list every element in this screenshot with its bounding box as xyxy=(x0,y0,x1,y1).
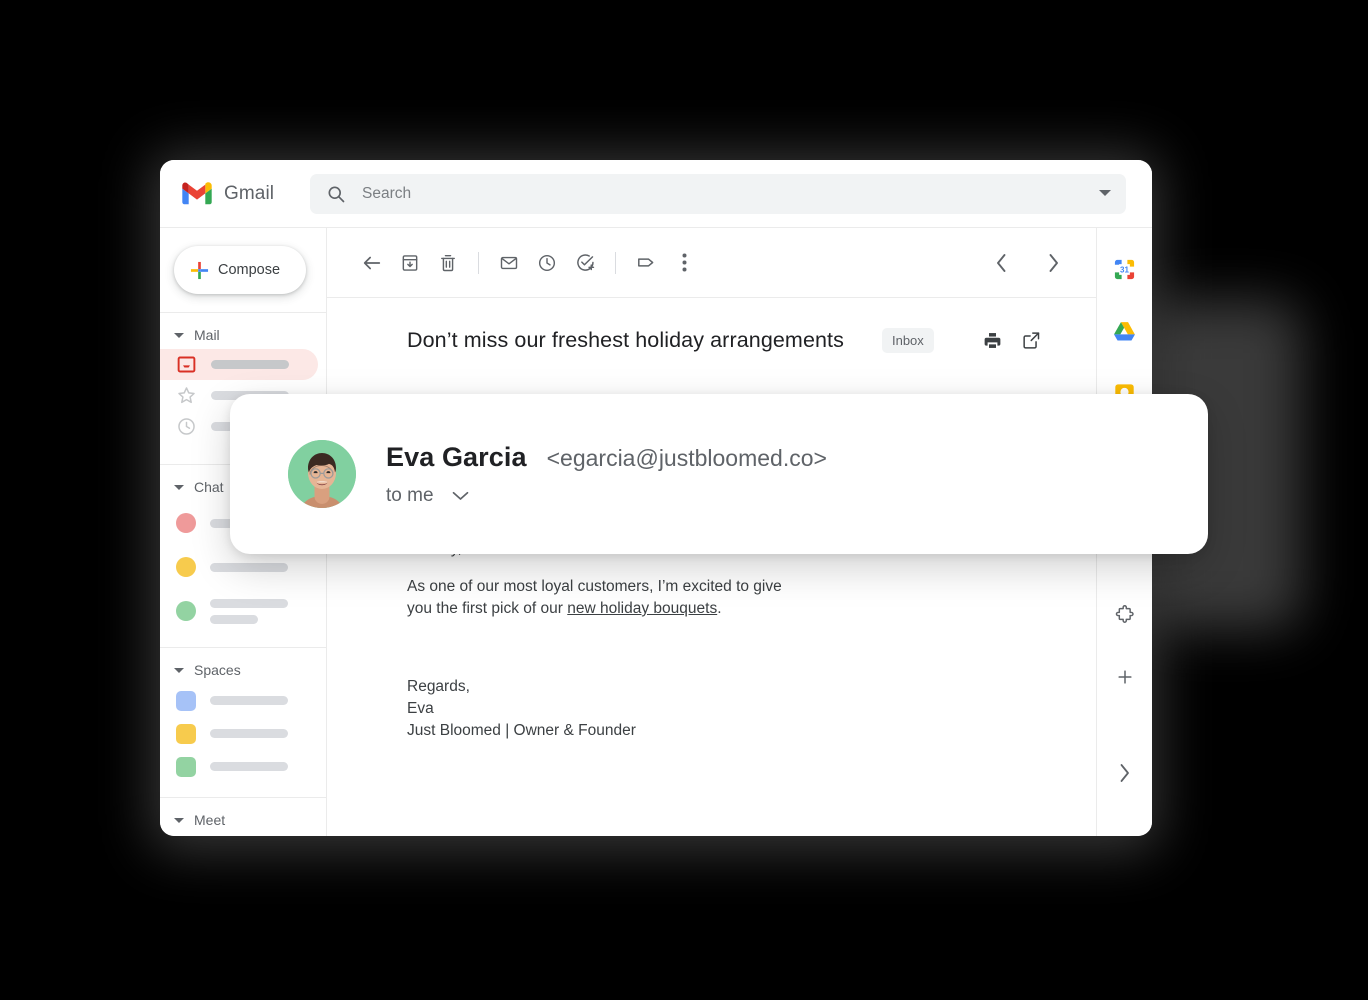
space-square-green-icon xyxy=(176,756,196,777)
sidebar-item-inbox[interactable] xyxy=(160,349,318,380)
printer-icon[interactable] xyxy=(982,330,1003,351)
sidebar-item-chat-3[interactable] xyxy=(160,589,326,633)
body-spacer-2 xyxy=(407,620,1096,676)
sidebar-item-space-2[interactable] xyxy=(160,717,326,750)
chat-preview-placeholder xyxy=(210,614,258,624)
recipient-label: to me xyxy=(386,484,434,506)
space-name-placeholder xyxy=(210,696,288,705)
space-square-blue-icon xyxy=(176,690,196,711)
body-paragraph: As one of our most loyal customers, I’m … xyxy=(407,576,807,620)
space-name-placeholder xyxy=(210,762,288,771)
gmail-logo-icon xyxy=(182,182,212,205)
sidebar-group-label: Chat xyxy=(194,479,224,495)
top-bar: Gmail xyxy=(160,160,1152,228)
sidebar-group-spaces[interactable]: Spaces xyxy=(160,648,326,684)
compose-label: Compose xyxy=(218,262,281,278)
sidebar-group-label: Meet xyxy=(194,812,226,828)
compose-button[interactable]: Compose xyxy=(174,246,306,294)
google-drive-icon[interactable] xyxy=(1108,314,1142,348)
avatar-dot-green-icon xyxy=(176,601,196,621)
search-icon xyxy=(326,184,346,204)
message-subject: Don’t miss our freshest holiday arrangem… xyxy=(407,328,844,352)
more-options-button[interactable] xyxy=(665,244,703,282)
brand[interactable]: Gmail xyxy=(182,182,310,205)
sidebar-item-new-meeting[interactable] xyxy=(160,834,326,836)
recipient-line[interactable]: to me xyxy=(386,485,827,507)
sidebar-item-space-1[interactable] xyxy=(160,684,326,717)
sender-text-block: Eva Garcia <egarcia@justbloomed.co> to m… xyxy=(386,442,827,507)
sender-identity-line: Eva Garcia <egarcia@justbloomed.co> xyxy=(386,442,827,473)
sidebar-group-label: Mail xyxy=(194,327,220,343)
caret-down-icon xyxy=(174,484,184,490)
expand-side-panel-chevron-right-icon[interactable] xyxy=(1108,756,1142,790)
brand-label: Gmail xyxy=(224,182,275,204)
back-button[interactable] xyxy=(353,244,391,282)
search-input[interactable] xyxy=(362,184,1082,203)
search-options-chevron-down-icon[interactable] xyxy=(1098,189,1112,198)
search-bar[interactable] xyxy=(310,173,1126,214)
sidebar-group-label: Spaces xyxy=(194,662,241,678)
message-toolbar xyxy=(327,228,1096,298)
add-to-tasks-button[interactable] xyxy=(566,244,604,282)
body-sign-title: Just Bloomed | Owner & Founder xyxy=(407,722,636,739)
add-addon-plus-icon[interactable] xyxy=(1108,660,1142,694)
body-sign-name: Eva xyxy=(407,700,434,717)
toolbar-divider-1 xyxy=(478,251,479,274)
next-message-button[interactable] xyxy=(1034,244,1072,282)
google-calendar-icon[interactable]: 31 xyxy=(1108,252,1142,286)
svg-text:31: 31 xyxy=(1120,265,1129,274)
chat-name-placeholder xyxy=(210,562,288,572)
sidebar-group-mail[interactable]: Mail xyxy=(160,313,326,349)
archive-button[interactable] xyxy=(391,244,429,282)
subject-row: Don’t miss our freshest holiday arrangem… xyxy=(327,298,1096,353)
status-badge[interactable]: Inbox xyxy=(881,328,934,353)
caret-down-icon xyxy=(174,332,184,338)
sender-name: Eva Garcia xyxy=(386,441,527,472)
plus-icon xyxy=(190,261,209,280)
avatar-dot-red-icon xyxy=(176,513,196,533)
mark-unread-button[interactable] xyxy=(490,244,528,282)
toolbar-divider-2 xyxy=(615,251,616,274)
clock-icon xyxy=(176,416,197,437)
caret-down-icon xyxy=(174,817,184,823)
screenshot-stage: Gmail Search Compose Mail Chat Spaces Me… xyxy=(0,0,1368,1000)
sender-details-card: Eva Garcia <egarcia@justbloomed.co> to m… xyxy=(230,394,1208,554)
labels-button[interactable] xyxy=(627,244,665,282)
recipient-chevron-down-icon[interactable] xyxy=(452,491,469,501)
inbox-icon xyxy=(176,354,197,375)
chat-name-placeholder xyxy=(210,598,288,608)
holiday-bouquets-link[interactable]: new holiday bouquets xyxy=(567,600,717,617)
star-icon xyxy=(176,385,197,406)
avatar-dot-yellow-icon xyxy=(176,557,196,577)
snooze-button[interactable] xyxy=(528,244,566,282)
delete-button[interactable] xyxy=(429,244,467,282)
sender-avatar[interactable] xyxy=(288,440,356,508)
body-spacer-1 xyxy=(407,560,1096,576)
previous-message-button[interactable] xyxy=(982,244,1020,282)
body-paragraph-tail: . xyxy=(717,600,722,617)
sidebar-group-meet[interactable]: Meet xyxy=(160,798,326,834)
sidebar-item-label-placeholder xyxy=(211,360,289,369)
space-square-yellow-icon xyxy=(176,723,196,744)
space-name-placeholder xyxy=(210,729,288,738)
body-signoff: Regards, xyxy=(407,678,470,695)
sidebar-item-space-3[interactable] xyxy=(160,750,326,783)
sender-email: <egarcia@justbloomed.co> xyxy=(546,444,827,471)
open-in-new-icon[interactable] xyxy=(1021,330,1042,351)
caret-down-icon xyxy=(174,667,184,673)
puzzle-icon[interactable] xyxy=(1108,598,1142,632)
